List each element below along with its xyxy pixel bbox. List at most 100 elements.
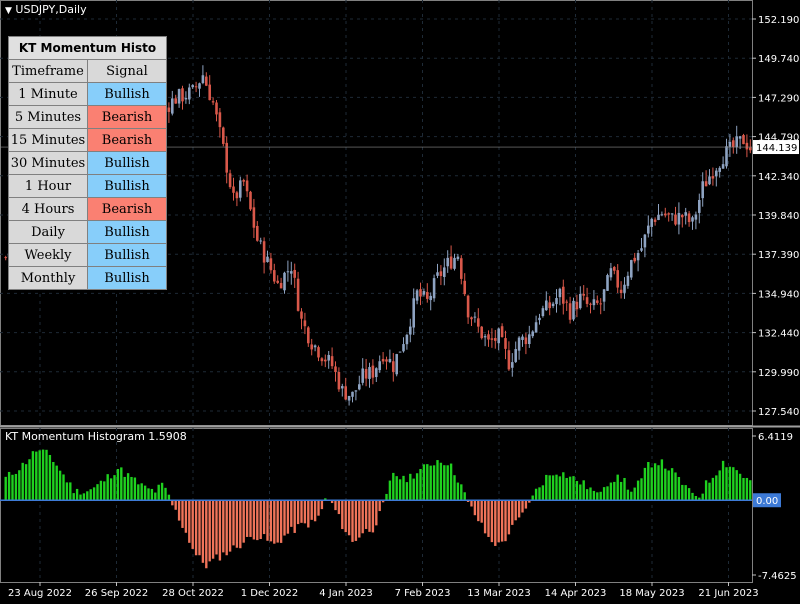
candle-body [266,256,269,263]
candle-body [225,142,228,173]
candle-body [698,199,701,213]
hist-tick-label: 6.4119 [758,432,793,443]
timeframe-cell: 5 Minutes [8,105,88,129]
candle-body [344,386,347,400]
candle-body [388,358,392,363]
indicator-title: KT Momentum Histogram 1.5908 [5,430,187,443]
candle-body [290,271,293,274]
hist-tick-label: -7.4625 [758,571,797,582]
candle-body [732,140,735,148]
candle-body [256,225,259,241]
candle-body [487,334,490,340]
candle-body [273,270,276,282]
signal-cell: Bullish [87,243,167,267]
candle-body [640,248,643,251]
candle-body [337,372,341,390]
candle-body [657,214,660,221]
candle-body [375,368,378,378]
candle-body [606,275,609,291]
candle-body [429,295,432,301]
candle-body [701,181,704,199]
timeframe-cell: 1 Minute [8,82,88,106]
candle-body [296,278,300,311]
timeframe-cell: Daily [8,220,88,244]
table-row: Daily Bullish [8,220,167,244]
table-row: 1 Hour Bullish [8,174,167,198]
candle-body [541,308,545,317]
candle-body [579,293,582,309]
current-price-label: 144.139 [756,143,797,154]
table-row: Weekly Bullish [8,243,167,267]
candle-body [494,338,497,341]
y-tick-label: 137.390 [758,250,799,261]
candle-body [599,303,602,305]
candle-body [691,217,694,222]
candle-body [4,257,7,259]
candle-body [405,334,409,345]
candle-body [242,180,245,182]
timeframe-cell: Monthly [8,266,88,290]
candle-body [262,241,266,263]
candle-body [385,359,388,362]
y-tick-label: 127.540 [758,407,799,418]
candle-body [276,280,279,283]
symbol-title[interactable]: ▼ USDJPY,Daily [5,3,87,16]
candle-body [647,225,650,234]
candle-body [341,386,344,389]
candle-body [565,301,568,303]
candle-body [354,390,358,392]
candle-body [602,289,606,302]
candle-body [188,87,191,100]
candle-body [708,176,711,185]
candle-body [222,127,225,144]
table-row: 5 Minutes Bearish [8,105,167,129]
candle-body [473,316,477,318]
candle-body [171,98,174,114]
momentum-table: KT Momentum Histo Timeframe Signal 1 Min… [8,36,167,290]
candle-body [453,257,456,269]
x-tick-label: 1 Dec 2022 [241,588,299,599]
y-tick-label: 152.190 [758,15,799,26]
timeframe-cell: 30 Minutes [8,151,88,175]
signal-cell: Bullish [87,151,167,175]
timeframe-cell: Weekly [8,243,88,267]
zero-label: 0.00 [756,496,778,507]
candle-body [232,186,235,193]
candle-body [191,85,194,88]
candle-body [205,76,208,86]
candle-body [371,365,375,378]
col-timeframe-header: Timeframe [8,59,88,83]
candle-body [711,176,715,179]
candle-body [745,142,749,150]
candle-body [633,257,636,262]
candle-body [174,98,177,104]
candle-body [538,317,541,321]
candle-body [422,291,426,295]
candle-body [327,354,330,361]
candle-body [310,344,313,350]
candle-body [300,311,303,319]
candle-body [307,327,310,344]
candle-body [436,272,439,276]
candle-body [432,278,436,299]
candle-body [218,112,222,128]
signal-cell: Bearish [87,197,167,221]
candle-body [402,344,405,352]
candle-body [531,331,534,337]
signal-cell: Bearish [87,128,167,152]
candle-body [677,212,681,225]
candle-body [330,356,334,367]
candle-body [245,180,249,192]
candle-body [626,275,630,286]
x-tick-label: 14 Apr 2023 [545,588,607,599]
candle-body [392,361,395,372]
candle-body [347,395,351,401]
y-tick-label: 134.940 [758,289,799,300]
candle-body [449,256,453,269]
candle-body [589,303,592,305]
candle-body [334,366,337,372]
triangle-down-icon[interactable]: ▼ [5,6,12,16]
candle-body [514,349,517,362]
candle-body [718,167,721,172]
candle-body [660,214,664,216]
